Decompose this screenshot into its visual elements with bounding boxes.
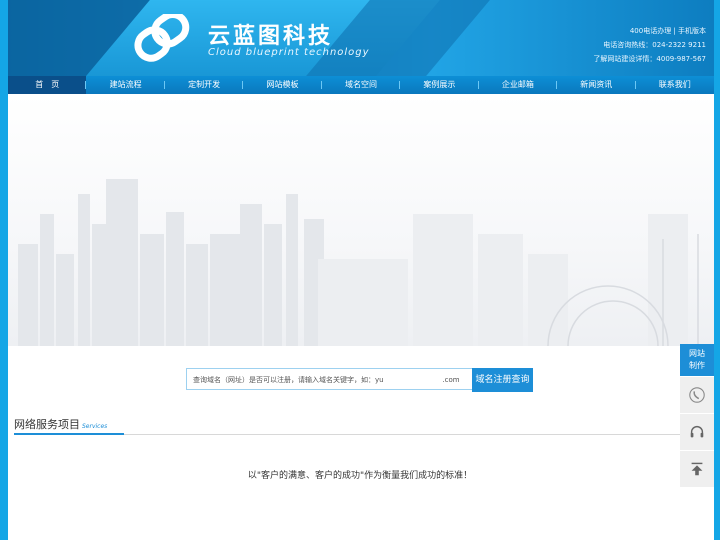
nav-enterprise-mail[interactable]: 企业邮箱 bbox=[479, 76, 558, 94]
hero-banner-image bbox=[8, 94, 714, 346]
domain-search-button[interactable]: 域名注册查询 bbox=[472, 368, 533, 392]
nav-label: 企业邮箱 bbox=[501, 80, 534, 89]
nav-build-process[interactable]: 建站流程 bbox=[86, 76, 165, 94]
phone-icon bbox=[689, 387, 705, 403]
domain-search-input[interactable]: 查询域名（网址）是否可以注册，请输入域名关键字，如：yu bbox=[186, 368, 430, 390]
headset-icon bbox=[690, 425, 704, 438]
nav-label: 案例展示 bbox=[423, 80, 456, 89]
domain-suffix-select[interactable]: .com bbox=[430, 368, 472, 390]
section-heading: 网络服务项目 Services bbox=[14, 416, 107, 432]
side-support-button[interactable] bbox=[680, 413, 714, 450]
nav-label: 建站流程 bbox=[109, 80, 142, 89]
nav-custom-dev[interactable]: 定制开发 bbox=[165, 76, 244, 94]
nav-label: 网站模板 bbox=[266, 80, 299, 89]
section-title: 网络服务项目 bbox=[14, 418, 80, 431]
back-to-top-icon bbox=[691, 462, 703, 476]
brand-subtitle: Cloud blueprint technology bbox=[208, 47, 370, 58]
nav-label: 定制开发 bbox=[188, 80, 221, 89]
contact-details: 了解网站建设详情：4009-987-567 bbox=[593, 55, 706, 63]
nav-domain-hosting[interactable]: 域名空间 bbox=[322, 76, 401, 94]
section-divider-accent bbox=[14, 433, 124, 435]
left-frame-border bbox=[0, 0, 8, 540]
floating-sidebar: 网站制作 bbox=[680, 344, 714, 487]
slogan-text: 以"客户的满意、客户的成功"作为衡量我们成功的标准！ bbox=[247, 471, 473, 481]
nav-label: 新闻资讯 bbox=[580, 80, 613, 89]
nav-home[interactable]: 首 页 bbox=[8, 76, 87, 94]
contact-hotline: 电话咨询热线：024-2322 9211 bbox=[603, 41, 706, 49]
nav-label: 首 页 bbox=[35, 80, 60, 89]
brand-title[interactable]: 云蓝图科技 bbox=[208, 18, 333, 50]
city-skyline-illustration bbox=[18, 179, 699, 346]
header-contact: 400电话办理 | 手机版本 电话咨询热线：024-2322 9211 了解网站… bbox=[593, 24, 706, 66]
nav-templates[interactable]: 网站模板 bbox=[243, 76, 322, 94]
nav-cases[interactable]: 案例展示 bbox=[400, 76, 479, 94]
nav-contact[interactable]: 联系我们 bbox=[636, 76, 714, 94]
main-nav: 首 页 建站流程 定制开发 网站模板 域名空间 案例展示 企业邮箱 新闻资讯 联… bbox=[8, 76, 714, 94]
side-website-build-button[interactable]: 网站制作 bbox=[680, 344, 714, 376]
cloud-logo-icon[interactable] bbox=[130, 11, 196, 62]
contact-links[interactable]: 400电话办理 | 手机版本 bbox=[593, 24, 706, 38]
side-phone-button[interactable] bbox=[680, 376, 714, 413]
nav-label: 域名空间 bbox=[344, 80, 377, 89]
nav-news[interactable]: 新闻资讯 bbox=[557, 76, 636, 94]
domain-search: 查询域名（网址）是否可以注册，请输入域名关键字，如：yu .com 域名注册查询 bbox=[186, 368, 533, 392]
nav-label: 联系我们 bbox=[658, 80, 691, 89]
right-frame-border bbox=[714, 0, 720, 540]
side-back-to-top-button[interactable] bbox=[680, 450, 714, 487]
section-subtitle: Services bbox=[82, 423, 108, 430]
